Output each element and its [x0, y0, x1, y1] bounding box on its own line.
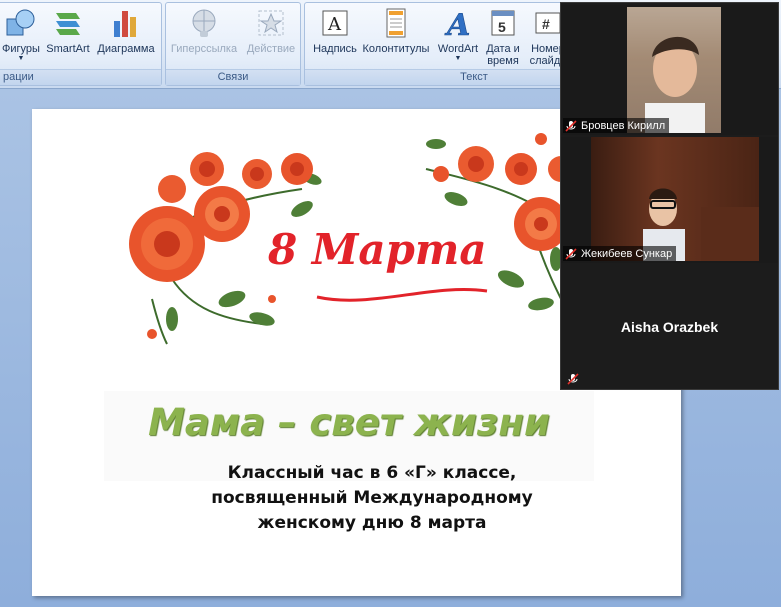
svg-text:A: A: [444, 8, 470, 39]
dropdown-arrow-icon: ▼: [17, 55, 25, 62]
subtitle-line: женскому дню 8 марта: [257, 513, 487, 533]
march-flourish: [316, 287, 488, 302]
slide-number-glyph: #: [542, 16, 550, 32]
action-label: Действие: [246, 43, 296, 55]
datetime-label-line2: время: [487, 55, 519, 67]
mic-muted-icon: [567, 373, 579, 385]
mic-muted-icon: [565, 247, 577, 260]
smartart-label: SmartArt: [46, 43, 90, 55]
participant-avatar-image: [643, 188, 759, 261]
textbox-label: Надпись: [313, 43, 357, 55]
action-star-icon: [255, 7, 287, 39]
datetime-label-line1: Дата и: [486, 43, 520, 55]
participant-tile[interactable]: Aisha Orazbek: [561, 265, 778, 389]
participant-tile[interactable]: Бровцев Кирилл: [561, 5, 778, 135]
slide-subtitle: Классный час в 6 «Г» классе, посвященный…: [92, 461, 652, 536]
shapes-button[interactable]: Фигуры ▼: [1, 7, 41, 63]
participant-video: [591, 137, 759, 261]
smartart-button[interactable]: SmartArt: [45, 7, 91, 55]
wordart-a-icon: A: [442, 7, 474, 44]
group-label-illustrations: рации: [0, 69, 161, 85]
participant-avatar-image: [627, 7, 721, 133]
mic-muted-icon: [565, 119, 577, 132]
participant-video: [627, 7, 721, 133]
march-title: 8 Марта: [268, 225, 487, 274]
subtitle-line: посвященный Международному: [211, 488, 533, 508]
svg-text:A: A: [327, 14, 342, 35]
participant-name-centered: Aisha Orazbek: [620, 319, 719, 335]
subtitle-line: Классный час в 6 «Г» классе,: [227, 463, 517, 483]
shapes-label: Фигуры: [2, 43, 40, 55]
textbox-icon: A: [319, 7, 351, 39]
textbox-button[interactable]: A Надпись: [309, 7, 361, 55]
calendar-digit: 5: [498, 19, 506, 35]
globe-link-icon: [188, 7, 220, 39]
wordart-label: WordArt: [437, 43, 479, 55]
calendar-icon: 5: [487, 7, 519, 39]
group-label-links: Связи: [166, 69, 300, 85]
participant-name: Жекибеев Сункар: [581, 247, 673, 260]
headline-text: Мама – свет жизни: [148, 401, 550, 444]
datetime-button[interactable]: 5 Дата и время: [483, 7, 523, 67]
header-footer-button[interactable]: Колонтитулы: [361, 7, 431, 55]
video-call-panel[interactable]: Бровцев Кирилл Жекибеев Сункар Aisha Ora…: [560, 2, 779, 390]
action-button[interactable]: Действие: [242, 7, 300, 55]
chart-button[interactable]: Диаграмма: [95, 7, 157, 55]
header-footer-label: Колонтитулы: [362, 43, 430, 55]
participant-name-label: Бровцев Кирилл: [563, 118, 670, 133]
chart-label: Диаграмма: [97, 43, 155, 55]
participant-tile[interactable]: Жекибеев Сункар: [561, 137, 778, 263]
participant-name: Бровцев Кирилл: [581, 119, 666, 132]
group-links: Гиперссылка Действие Связи: [165, 2, 301, 86]
smartart-icon: [52, 7, 84, 39]
hyperlink-label: Гиперссылка: [170, 43, 238, 55]
participant-name-label: Жекибеев Сункар: [563, 246, 677, 261]
group-illustrations: Фигуры ▼ SmartArt Диаграмма рации: [0, 2, 162, 86]
hyperlink-button[interactable]: Гиперссылка: [169, 7, 239, 55]
bar-chart-icon: [110, 7, 142, 39]
dropdown-arrow-icon: ▼: [454, 55, 462, 62]
shapes-icon: [5, 7, 37, 39]
wordart-button[interactable]: A WordArt ▼: [433, 7, 483, 63]
document-icon: [380, 7, 412, 39]
